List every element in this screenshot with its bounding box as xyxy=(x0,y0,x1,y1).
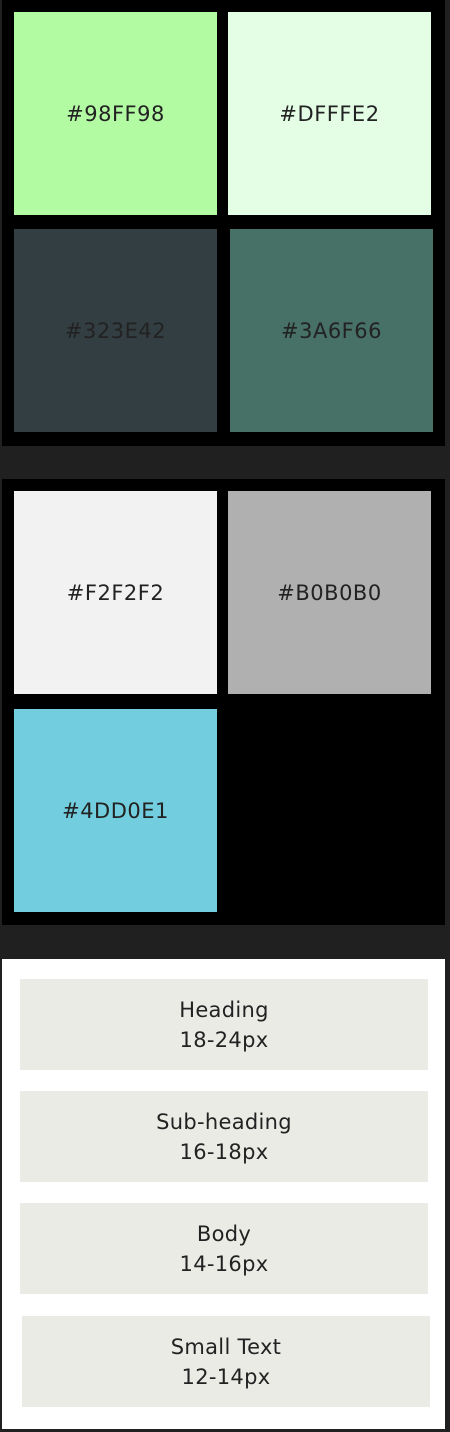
color-swatch: #B0B0B0 xyxy=(228,491,431,694)
typography-panel: Heading 18-24px Sub-heading 16-18px Body… xyxy=(2,959,445,1429)
color-swatch: #98FF98 xyxy=(14,12,217,215)
type-name: Heading xyxy=(179,997,269,1022)
type-size: 16-18px xyxy=(179,1139,269,1164)
type-size: 14-16px xyxy=(179,1251,269,1276)
color-palette-panel-1: #98FF98 #DFFFE2 #323E42 #3A6F66 xyxy=(2,0,445,446)
typography-heading: Heading 18-24px xyxy=(20,979,428,1070)
color-swatch: #323E42 xyxy=(14,229,217,432)
color-palette-panel-2: #F2F2F2 #B0B0B0 #4DD0E1 xyxy=(2,479,445,925)
type-name: Body xyxy=(196,1221,252,1246)
type-name: Sub-heading xyxy=(156,1109,292,1134)
typography-sub-heading: Sub-heading 16-18px xyxy=(20,1091,428,1182)
type-size: 12-14px xyxy=(181,1364,271,1389)
type-name: Small Text xyxy=(170,1334,282,1359)
typography-small-text: Small Text 12-14px xyxy=(22,1316,430,1407)
typography-body: Body 14-16px xyxy=(20,1203,428,1294)
type-size: 18-24px xyxy=(179,1027,269,1052)
color-swatch: #F2F2F2 xyxy=(14,491,217,694)
color-swatch: #4DD0E1 xyxy=(14,709,217,912)
color-swatch: #DFFFE2 xyxy=(228,12,431,215)
color-swatch: #3A6F66 xyxy=(230,229,433,432)
